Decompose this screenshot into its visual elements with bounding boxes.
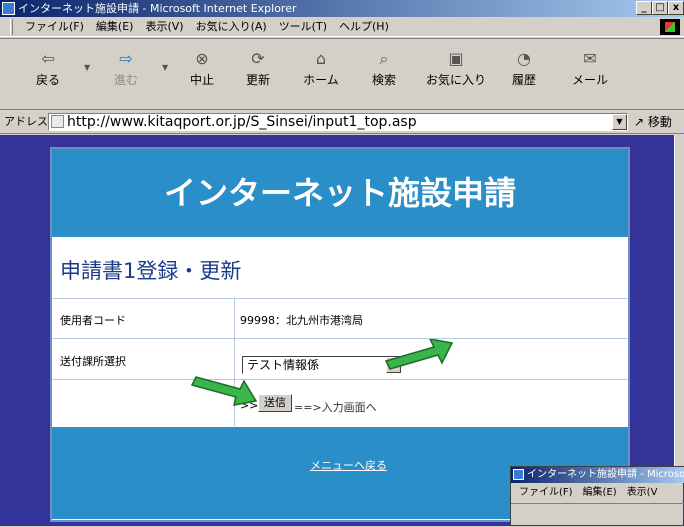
history-icon: ◔ [517,49,531,68]
inset-title-bar: インターネット施設申請 - Microso [511,467,684,483]
search-icon: ⌕ [379,49,389,68]
inset-menu-view[interactable]: 表示(V [627,484,658,502]
forward-dropdown-icon[interactable]: ▼ [162,63,168,113]
page-icon [51,115,64,128]
menu-file[interactable]: ファイル(F) [25,17,84,36]
browser-window: インターネット施設申請 - Microsoft Internet Explore… [0,0,684,526]
address-input[interactable]: http://www.kitaqport.or.jp/S_Sinsei/inpu… [48,113,628,131]
back-arrow-icon: ⇦ [41,49,55,68]
menu-tools[interactable]: ツール(T) [279,17,327,36]
ie-app-icon [2,2,15,15]
windows-logo-icon [660,19,680,35]
forward-arrow-icon: ⇨ [119,49,133,68]
inset-menu-file[interactable]: ファイル(F) [519,484,573,502]
send-hint: ==>入力画面へ [294,401,377,414]
toolbar: ⇦ 戻る ▼ ⇨ 進む ▼ ⊗ 中止 ⟳ 更新 ⌂ ホーム ⌕ 検索 ▣ お気に… [0,38,684,110]
mail-button[interactable]: ✉ メール [566,49,614,99]
window-title: インターネット施設申請 - Microsoft Internet Explore… [18,2,297,15]
history-button[interactable]: ◔ 履歴 [506,49,542,99]
page-heading: 申請書1登録・更新 [60,259,242,283]
address-bar: アドレス(D) http://www.kitaqport.or.jp/S_Sin… [0,110,684,134]
mail-icon: ✉ [583,49,597,68]
favorites-button[interactable]: ▣ お気に入り [426,49,486,99]
dept-label: 送付課所選択 [60,355,126,368]
title-bar: インターネット施設申請 - Microsoft Internet Explore… [0,0,684,17]
pointer-arrow-icon [190,376,258,406]
inset-menu-bar: ファイル(F) 編集(E) 表示(V [511,484,684,502]
menu-edit[interactable]: 編集(E) [96,17,134,36]
stop-button[interactable]: ⊗ 中止 [184,49,220,99]
menu-view[interactable]: 表示(V) [145,17,183,36]
page-banner: インターネット施設申請 [52,149,628,237]
inset-window: インターネット施設申請 - Microso ファイル(F) 編集(E) 表示(V [510,466,684,526]
ie-app-icon [513,469,524,480]
user-code-label: 使用者コード [60,314,126,327]
close-button[interactable]: x [668,1,684,15]
user-code-row: 使用者コード 99998：北九州市港湾局 [52,299,628,339]
search-button[interactable]: ⌕ 検索 [366,49,402,99]
dept-select[interactable]: テスト情報係 ▼ [242,356,402,374]
go-button[interactable]: ↗ 移動 [634,110,672,134]
menu-bar: ファイル(F) 編集(E) 表示(V) お気に入り(A) ツール(T) ヘルプ(… [0,17,684,37]
pointer-arrow-icon [384,339,454,370]
address-dropdown-button[interactable]: ▼ [612,114,627,130]
send-button[interactable]: 送信 [258,394,292,412]
go-arrow-icon: ↗ [634,115,645,129]
menu-help[interactable]: ヘルプ(H) [339,17,389,36]
home-icon: ⌂ [315,49,327,68]
refresh-button[interactable]: ⟳ 更新 [240,49,276,99]
inset-toolbar [511,503,684,527]
back-dropdown-icon[interactable]: ▼ [84,63,90,113]
back-button[interactable]: ⇦ 戻る [30,49,66,99]
home-button[interactable]: ⌂ ホーム [296,49,346,99]
inset-menu-edit[interactable]: 編集(E) [583,484,617,502]
maximize-button[interactable]: □ [652,1,668,15]
menu-favorites[interactable]: お気に入り(A) [196,17,267,36]
menu-back-link[interactable]: メニューへ戻る [310,457,387,473]
minimize-button[interactable]: _ [636,1,652,15]
refresh-icon: ⟳ [251,49,265,68]
menubar-grip [10,19,13,35]
user-code-value: 99998：北九州市港湾局 [240,314,363,327]
forward-button[interactable]: ⇨ 進む [108,49,144,99]
stop-icon: ⊗ [195,49,209,68]
favorites-icon: ▣ [448,49,464,68]
